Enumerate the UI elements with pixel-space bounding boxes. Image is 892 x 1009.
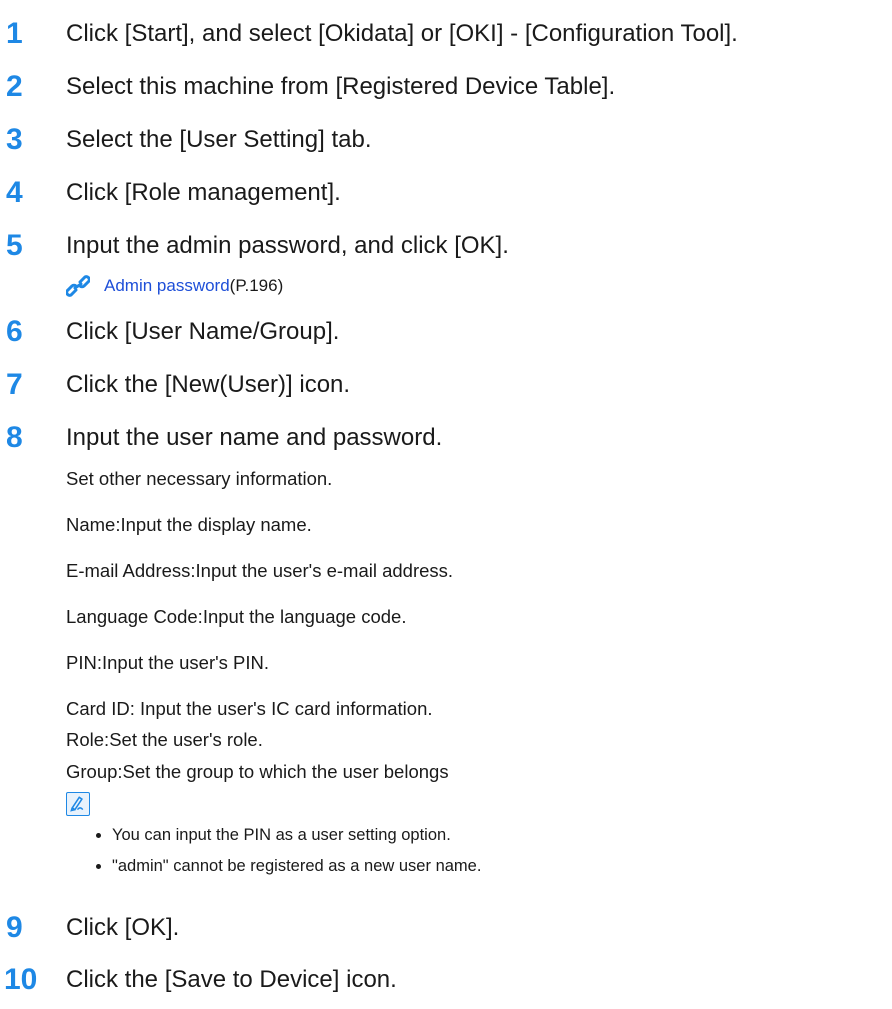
- step-text: Click the [New(User)] icon.: [66, 371, 351, 398]
- admin-password-link[interactable]: Admin password (P.196): [66, 274, 283, 298]
- step-text: Click the [Save to Device] icon.: [66, 966, 397, 993]
- step-number: 8: [6, 421, 23, 454]
- step-number: 9: [6, 911, 23, 944]
- detail-line: E-mail Address:Input the user's e-mail a…: [66, 560, 454, 581]
- detail-line: Role:Set the user's role.: [66, 729, 263, 750]
- step-text: Input the admin password, and click [OK]…: [66, 232, 509, 259]
- step-text: Select the [User Setting] tab.: [66, 126, 372, 153]
- step-number: 4: [6, 176, 23, 209]
- detail-line: Name:Input the display name.: [66, 514, 312, 535]
- step-number: 5: [6, 229, 23, 262]
- detail-line: Group:Set the group to which the user be…: [66, 761, 449, 782]
- step-text: Select this machine from [Registered Dev…: [66, 73, 616, 100]
- step-text: Input the user name and password.: [66, 424, 443, 451]
- link-chain-icon: [66, 275, 90, 297]
- detail-line: Set other necessary information.: [66, 468, 333, 489]
- step-number: 3: [6, 123, 23, 156]
- memo-pencil-icon: [66, 792, 90, 816]
- step-number: 10: [4, 963, 38, 996]
- step-text: Click [Start], and select [Okidata] or […: [66, 20, 738, 47]
- step-text: Click [Role management].: [66, 179, 341, 206]
- detail-line: Card ID: Input the user's IC card inform…: [66, 698, 433, 719]
- step-number: 1: [6, 17, 23, 50]
- step-number: 6: [6, 315, 23, 348]
- step-number: 7: [6, 368, 23, 401]
- step-text: Click [User Name/Group].: [66, 318, 340, 345]
- detail-line: PIN:Input the user's PIN.: [66, 652, 270, 673]
- detail-line: Language Code:Input the language code.: [66, 606, 407, 627]
- link-page-reference: (P.196): [229, 276, 284, 295]
- step-text: Click [OK].: [66, 914, 180, 941]
- memo-note: You can input the PIN as a user setting …: [96, 826, 451, 844]
- memo-note: "admin" cannot be registered as a new us…: [95, 857, 482, 875]
- link-label[interactable]: Admin password: [104, 276, 230, 296]
- step-number: 2: [6, 70, 23, 103]
